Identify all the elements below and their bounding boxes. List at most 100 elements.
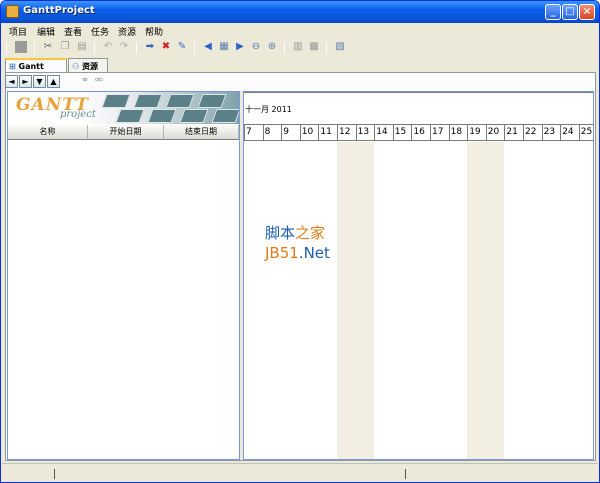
weekend-column — [467, 142, 486, 459]
minimize-button[interactable]: _ — [545, 4, 561, 20]
day-cell: 23 — [541, 125, 561, 140]
timeline-top-border — [244, 92, 593, 93]
day-cell: 17 — [430, 125, 449, 140]
month-label: 十一月 2011 — [245, 105, 292, 114]
application-window: GanttProject _ □ × 项目 编辑 查看 任务 资源 帮助 ✂ ❐… — [0, 0, 600, 483]
day-cell: 16 — [411, 125, 430, 140]
logo-hex-shape — [197, 94, 227, 108]
watermark: 脚本之家 JB51.Net — [265, 223, 330, 263]
menu-edit[interactable]: 编辑 — [37, 25, 55, 38]
status-separator — [405, 469, 406, 479]
tab-resources-label: 资源 — [81, 62, 98, 71]
day-cell: 24 — [560, 125, 579, 140]
day-cell: 7 — [244, 125, 263, 140]
move-down-icon[interactable]: ▼ — [33, 75, 46, 88]
watermark-text: .Net — [298, 244, 330, 262]
zoom-in-icon[interactable]: ⊕ — [266, 41, 278, 53]
menu-bar: 项目 编辑 查看 任务 资源 帮助 — [2, 23, 598, 39]
logo-sub-text: project — [60, 109, 96, 120]
delete-icon[interactable]: ✖ — [160, 41, 172, 53]
move-left-icon[interactable]: ◄ — [5, 75, 18, 88]
logo-hex-shape — [211, 109, 239, 123]
day-cell: 12 — [337, 125, 356, 140]
day-cell: 19 — [467, 125, 486, 140]
toolbar-separator — [194, 42, 195, 54]
day-scale: 7 8 9 10 11 12 13 14 15 16 17 18 19 20 21 22 23 24 25 — [244, 124, 593, 141]
tab-gantt[interactable]: ⊞ Gantt — [5, 58, 67, 73]
tab-gantt-label: Gantt — [18, 62, 44, 71]
day-cell: 15 — [392, 125, 412, 140]
move-right-icon[interactable]: ► — [19, 75, 32, 88]
logo-hex-shape — [101, 94, 131, 108]
gantt-tab-icon: ⊞ — [9, 62, 16, 71]
status-bar — [2, 463, 598, 482]
window-title: GanttProject — [23, 5, 95, 16]
properties-icon[interactable]: ✎ — [176, 41, 188, 53]
day-cell: 13 — [355, 125, 375, 140]
calendar-icon[interactable]: ▦ — [218, 41, 230, 53]
day-cell: 20 — [485, 125, 505, 140]
logo-hex-shape — [179, 109, 209, 123]
menu-task[interactable]: 任务 — [91, 25, 109, 38]
resource-chart-icon[interactable]: ▩ — [308, 41, 320, 53]
logo-hex-shape — [115, 109, 145, 123]
day-cell: 9 — [281, 125, 300, 140]
main-toolbar: ✂ ❐ ▤ ↶ ↷ ➡ ✖ ✎ ◀ ▦ ▶ ⊖ ⊕ ▥ ▩ ▧ — [2, 39, 598, 57]
toolbar-separator — [136, 42, 137, 54]
day-cell: 8 — [262, 125, 282, 140]
day-cell: 14 — [374, 125, 393, 140]
paste-icon[interactable]: ▤ — [76, 41, 88, 53]
watermark-text: 之家 — [295, 224, 326, 242]
menu-project[interactable]: 项目 — [9, 25, 27, 38]
redo-icon[interactable]: ↷ — [118, 41, 130, 53]
column-header-start-date[interactable]: 开始日期 — [88, 125, 164, 140]
watermark-text: JB51 — [265, 244, 299, 262]
day-cell: 10 — [299, 125, 319, 140]
logo-hex-shape — [133, 94, 163, 108]
weekend-column — [355, 142, 375, 459]
tab-resources[interactable]: ⚇ 资源 — [68, 58, 108, 73]
day-cell: 21 — [504, 125, 523, 140]
column-header-name[interactable]: 名称 — [8, 125, 88, 140]
logo-hex-shape — [147, 109, 177, 123]
task-tree-pane[interactable]: GANTT project 名称 开始日期 结束日期 — [7, 91, 240, 460]
indent-icon[interactable]: ➡ — [144, 41, 156, 53]
toolbar-grip — [6, 42, 7, 54]
unlink-icon[interactable]: ⚮ — [93, 75, 105, 87]
copy-icon[interactable]: ❐ — [59, 41, 71, 53]
gantt-chart-pane[interactable]: 十一月 2011 7 8 9 10 11 12 13 14 15 16 17 18 19 20 21 22 23… — [243, 91, 594, 460]
menu-resource[interactable]: 资源 — [118, 25, 136, 38]
chart-icon[interactable]: ▥ — [292, 41, 304, 53]
cut-icon[interactable]: ✂ — [42, 41, 54, 53]
toolbar-separator — [94, 42, 95, 54]
app-icon[interactable] — [6, 5, 19, 18]
ganttproject-logo: GANTT project — [8, 92, 239, 124]
save-icon[interactable] — [15, 41, 27, 53]
menu-view[interactable]: 查看 — [64, 25, 82, 38]
column-header-end-date[interactable]: 结束日期 — [164, 125, 239, 140]
menu-help[interactable]: 帮助 — [145, 25, 163, 38]
close-button[interactable]: × — [579, 4, 595, 20]
toolbar-separator — [34, 42, 35, 54]
day-cell: 22 — [523, 125, 542, 140]
weekend-column — [337, 142, 356, 459]
report-icon[interactable]: ▧ — [334, 41, 346, 53]
watermark-text: 脚本 — [265, 224, 296, 242]
weekend-column — [485, 142, 505, 459]
day-cell: 25 — [578, 125, 593, 140]
title-bar[interactable]: GanttProject _ □ × — [1, 1, 599, 23]
scroll-left-icon[interactable]: ◀ — [202, 41, 214, 53]
logo-hex-shape — [165, 94, 195, 108]
toolbar-separator — [284, 42, 285, 54]
toolbar-separator — [326, 42, 327, 54]
link-icon[interactable]: ⚭ — [79, 75, 91, 87]
day-cell: 18 — [448, 125, 468, 140]
scroll-right-icon[interactable]: ▶ — [234, 41, 246, 53]
undo-icon[interactable]: ↶ — [102, 41, 114, 53]
resource-tab-icon: ⚇ — [72, 62, 80, 71]
status-separator — [54, 469, 55, 479]
move-up-icon[interactable]: ▲ — [47, 75, 60, 88]
day-cell: 11 — [318, 125, 337, 140]
zoom-out-icon[interactable]: ⊖ — [250, 41, 262, 53]
maximize-button[interactable]: □ — [562, 4, 578, 20]
